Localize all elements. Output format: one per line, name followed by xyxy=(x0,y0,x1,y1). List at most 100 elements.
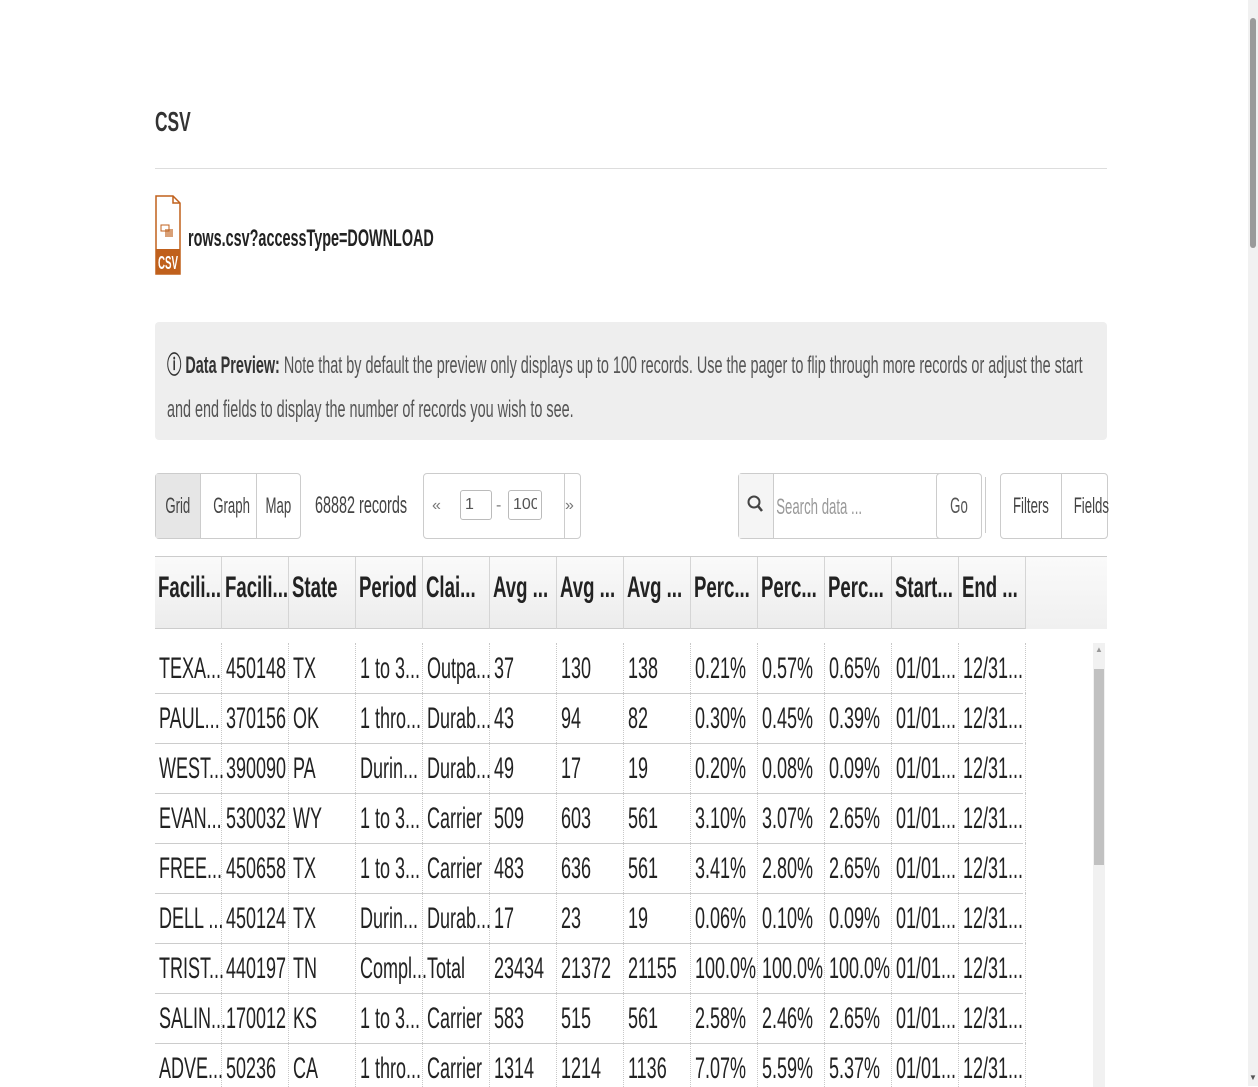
column-header[interactable]: Perc... xyxy=(758,557,825,629)
column-header[interactable]: State xyxy=(289,557,356,629)
table-cell[interactable]: 82 xyxy=(624,693,691,743)
column-header[interactable]: Period xyxy=(356,557,423,629)
table-cell[interactable]: 1214 xyxy=(557,1043,624,1087)
table-cell[interactable]: 12/31... xyxy=(959,643,1026,693)
table-cell[interactable]: 1 to 3... xyxy=(356,793,423,843)
table-cell[interactable]: EVAN... xyxy=(155,793,222,843)
table-cell[interactable]: TX xyxy=(289,893,356,943)
go-button[interactable]: Go » xyxy=(936,473,982,582)
table-cell[interactable]: Carrier xyxy=(423,1043,490,1087)
column-header[interactable]: Avg ... xyxy=(624,557,691,629)
table-cell[interactable]: 530032 xyxy=(222,793,289,843)
fields-button[interactable]: Fields xyxy=(1062,474,1121,538)
table-cell[interactable]: PAUL... xyxy=(155,693,222,743)
table-cell[interactable]: PA xyxy=(289,743,356,793)
table-cell[interactable]: 100.0% xyxy=(691,943,758,993)
table-cell[interactable]: 23 xyxy=(557,893,624,943)
table-cell[interactable]: 1314 xyxy=(490,1043,557,1087)
column-header[interactable]: Start... xyxy=(892,557,959,629)
table-cell[interactable]: TRIST... xyxy=(155,943,224,993)
table-row[interactable]: TRIST... 440197 TN Compl... Total 23434 21372 2… xyxy=(155,943,1026,994)
table-cell[interactable]: Carrier xyxy=(423,993,490,1043)
table-cell[interactable]: 50236 xyxy=(222,1043,289,1087)
table-cell[interactable]: 12/31... xyxy=(959,843,1026,893)
table-cell[interactable]: TEXA... xyxy=(155,643,222,693)
table-cell[interactable]: 100.0% xyxy=(758,943,825,993)
table-cell[interactable]: TN xyxy=(289,943,356,993)
table-cell[interactable]: Carrier xyxy=(423,793,490,843)
table-cell[interactable]: 0.06% xyxy=(691,893,758,943)
pager-prev-button[interactable]: « xyxy=(432,474,441,538)
table-cell[interactable]: 170012 xyxy=(222,993,289,1043)
table-cell[interactable]: 370156 xyxy=(222,693,289,743)
table-cell[interactable]: 1 thro... xyxy=(356,1043,423,1087)
grid-scrollbar[interactable]: ▲ xyxy=(1093,643,1105,1087)
table-row[interactable]: TEXA... 450148 TX 1 to 3... Outpa... 37 130 138… xyxy=(155,643,1026,694)
table-cell[interactable]: 21155 xyxy=(624,943,691,993)
table-cell[interactable]: 01/01... xyxy=(892,643,959,693)
table-cell[interactable]: 138 xyxy=(624,643,691,693)
table-cell[interactable]: 43 xyxy=(490,693,557,743)
table-row[interactable]: DELL ... 450124 TX Durin... Durab... 17 23 19 0.… xyxy=(155,893,1026,944)
tab-grid[interactable]: Grid xyxy=(156,474,201,538)
table-cell[interactable]: 12/31... xyxy=(959,793,1026,843)
table-cell[interactable]: 23434 xyxy=(490,943,557,993)
table-cell[interactable]: 19 xyxy=(624,893,691,943)
table-cell[interactable]: 21372 xyxy=(557,943,624,993)
table-cell[interactable]: 01/01... xyxy=(892,943,959,993)
table-cell[interactable]: CA xyxy=(289,1043,356,1087)
table-cell[interactable]: 0.09% xyxy=(825,893,892,943)
table-cell[interactable]: 0.21% xyxy=(691,643,758,693)
table-cell[interactable]: FREE... xyxy=(155,843,222,893)
table-cell[interactable]: Total xyxy=(423,943,490,993)
table-cell[interactable]: Durab... xyxy=(423,743,491,793)
table-row[interactable]: WEST... 390090 PA Durin... Durab... 49 17 19 0.2… xyxy=(155,743,1026,794)
table-row[interactable]: ADVE... 50236 CA 1 thro... Carrier 1314 1214 11… xyxy=(155,1043,1026,1087)
table-cell[interactable]: 1 to 3... xyxy=(356,843,423,893)
table-cell[interactable]: Durin... xyxy=(356,893,423,943)
table-cell[interactable]: KS xyxy=(289,993,356,1043)
pager-end-input[interactable] xyxy=(508,490,542,520)
table-cell[interactable]: 0.10% xyxy=(758,893,825,943)
table-cell[interactable]: 12/31... xyxy=(959,893,1026,943)
table-cell[interactable]: 0.08% xyxy=(758,743,825,793)
filters-button[interactable]: Filters xyxy=(1001,474,1062,538)
table-cell[interactable]: 0.20% xyxy=(691,743,758,793)
file-download-link[interactable]: rows.csv?accessType=DOWNLOAD xyxy=(188,225,434,253)
table-cell[interactable]: 0.39% xyxy=(825,693,892,743)
table-cell[interactable]: 17 xyxy=(490,893,557,943)
table-cell[interactable]: 2.46% xyxy=(758,993,825,1043)
table-cell[interactable]: 483 xyxy=(490,843,557,893)
grid-scrollbar-thumb[interactable] xyxy=(1094,669,1104,865)
column-header[interactable]: Facili... xyxy=(155,557,222,629)
table-cell[interactable]: 0.45% xyxy=(758,693,825,743)
table-cell[interactable]: 583 xyxy=(490,993,557,1043)
table-cell[interactable]: ADVE... xyxy=(155,1043,223,1087)
table-cell[interactable]: 3.41% xyxy=(691,843,758,893)
column-header[interactable]: Perc... xyxy=(825,557,892,629)
column-header[interactable]: Perc... xyxy=(691,557,758,629)
table-cell[interactable]: 01/01... xyxy=(892,893,959,943)
table-cell[interactable]: 440197 xyxy=(222,943,289,993)
table-cell[interactable]: Compl... xyxy=(356,943,427,993)
column-header[interactable]: Avg ... xyxy=(557,557,624,629)
tab-graph[interactable]: Graph xyxy=(201,474,257,538)
table-cell[interactable]: 94 xyxy=(557,693,624,743)
table-cell[interactable]: 561 xyxy=(624,993,691,1043)
table-cell[interactable]: 01/01... xyxy=(892,993,959,1043)
column-header[interactable]: Clai... xyxy=(423,557,490,629)
table-cell[interactable]: 01/01... xyxy=(892,1043,959,1087)
table-cell[interactable]: 450658 xyxy=(222,843,289,893)
table-cell[interactable]: 603 xyxy=(557,793,624,843)
table-cell[interactable]: 1136 xyxy=(624,1043,691,1087)
table-cell[interactable]: 01/01... xyxy=(892,743,959,793)
table-cell[interactable]: TX xyxy=(289,643,356,693)
table-row[interactable]: EVAN... 530032 WY 1 to 3... Carrier 509 603 561… xyxy=(155,793,1026,844)
scroll-down-arrow-icon[interactable]: ▼ xyxy=(1249,1073,1257,1082)
table-cell[interactable]: 37 xyxy=(490,643,557,693)
table-cell[interactable]: 3.10% xyxy=(691,793,758,843)
table-cell[interactable]: 19 xyxy=(624,743,691,793)
table-cell[interactable]: 17 xyxy=(557,743,624,793)
scroll-up-arrow-icon[interactable]: ▲ xyxy=(1095,645,1103,654)
table-cell[interactable]: 561 xyxy=(624,843,691,893)
